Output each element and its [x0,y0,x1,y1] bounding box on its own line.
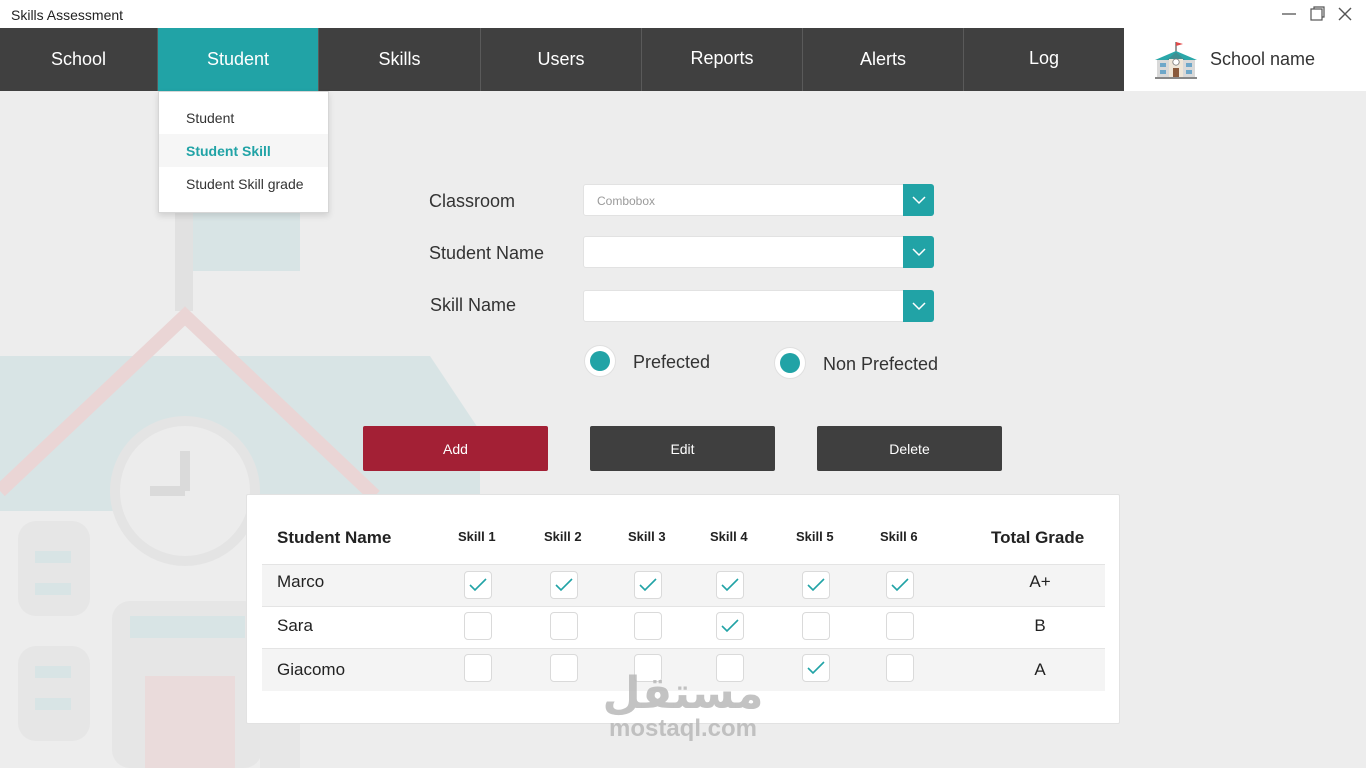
checkmark-icon [469,578,487,592]
chevron-down-icon[interactable] [903,290,934,322]
watermark-latin: mostaql.com [608,715,758,742]
column-header-skill-1: Skill 1 [458,529,496,544]
skill-checkbox[interactable] [550,571,578,599]
skill-checkbox[interactable] [634,612,662,640]
nav-item-users[interactable]: Users [481,28,642,91]
edit-button[interactable]: Edit [590,426,775,471]
column-header-student-name: Student Name [277,528,392,547]
nav-item-student[interactable]: Student [158,28,319,91]
nav-item-alerts[interactable]: Alerts [803,28,964,91]
skill-checkbox[interactable] [716,612,744,640]
menu-item-student-skill[interactable]: Student Skill [159,134,328,167]
column-header-skill-3: Skill 3 [628,529,666,544]
chevron-down-icon[interactable] [903,236,934,268]
skill-checkbox[interactable] [802,654,830,682]
checkmark-icon [555,578,573,592]
nav-item-school[interactable]: School [0,28,158,91]
school-name: School name [1210,49,1316,69]
non-prefected-radio[interactable] [774,347,806,379]
student-dropdown-menu: Student Student Skill Student Skill grad… [158,91,329,213]
skill-checkbox[interactable] [464,571,492,599]
student-name-cell: Giacomo [277,660,346,679]
skill-checkbox[interactable] [550,654,578,682]
nav-item-skills[interactable]: Skills [319,28,481,91]
add-button[interactable]: Add [363,426,548,471]
classroom-label: Classroom [429,191,516,211]
skill-checkbox[interactable] [634,571,662,599]
column-header-skill-6: Skill 6 [880,529,918,544]
checkmark-icon [721,578,739,592]
maximize-icon[interactable] [1306,4,1328,24]
nav-item-log[interactable]: Log [964,28,1124,91]
skill-checkbox[interactable] [550,612,578,640]
grade-cell: A+ [1029,572,1051,591]
checkmark-icon [891,578,909,592]
non-prefected-label: Non Prefected [823,354,939,374]
skill-checkbox[interactable] [886,612,914,640]
menu-item-student[interactable]: Student [159,101,328,134]
table-row[interactable]: Marco A+ [262,565,1105,607]
skill-checkbox[interactable] [464,654,492,682]
checkmark-icon [721,619,739,633]
skill-checkbox[interactable] [802,571,830,599]
student-name-label: Student Name [429,243,545,263]
nav-item-reports[interactable]: Reports [642,28,803,91]
student-name-cell: Marco [277,572,325,591]
checkmark-icon [639,578,657,592]
skill-name-combobox[interactable] [583,290,934,322]
radio-selected-dot [780,353,800,373]
menu-item-student-skill-grade[interactable]: Student Skill grade [159,167,328,200]
column-header-skill-4: Skill 4 [710,529,748,544]
watermark-arabic: مستقل [602,668,764,719]
delete-button[interactable]: Delete [817,426,1002,471]
prefected-radio[interactable] [584,345,616,377]
skill-name-label: Skill Name [430,295,517,315]
window-title: Skills Assessment [11,7,124,23]
chevron-down-icon[interactable] [903,184,934,216]
checkmark-icon [807,661,825,675]
main-nav: School Student Skills Users Reports Aler… [0,28,1366,91]
minimize-icon[interactable] [1278,4,1300,24]
skill-checkbox[interactable] [716,571,744,599]
radio-selected-dot [590,351,610,371]
checkmark-icon [807,578,825,592]
skill-checkbox[interactable] [886,654,914,682]
classroom-placeholder: Combobox [597,194,656,208]
column-header-total-grade: Total Grade [991,528,1085,547]
skill-checkbox[interactable] [886,571,914,599]
student-name-combobox[interactable] [583,236,934,268]
grade-cell: B [1034,616,1046,635]
grade-cell: A [1034,660,1046,679]
student-name-cell: Sara [277,616,313,635]
skill-checkbox[interactable] [464,612,492,640]
column-header-skill-5: Skill 5 [796,529,834,544]
classroom-combobox[interactable]: Combobox [583,184,934,216]
prefected-label: Prefected [633,352,711,372]
skill-checkbox[interactable] [802,612,830,640]
school-building-icon [1154,40,1198,80]
table-row[interactable]: Sara B [262,607,1105,649]
title-bar: Skills Assessment [0,0,1366,28]
school-info: School name [1124,28,1366,91]
watermark: مستقل mostaql.com [600,672,766,742]
close-icon[interactable] [1334,4,1356,24]
column-header-skill-2: Skill 2 [544,529,582,544]
